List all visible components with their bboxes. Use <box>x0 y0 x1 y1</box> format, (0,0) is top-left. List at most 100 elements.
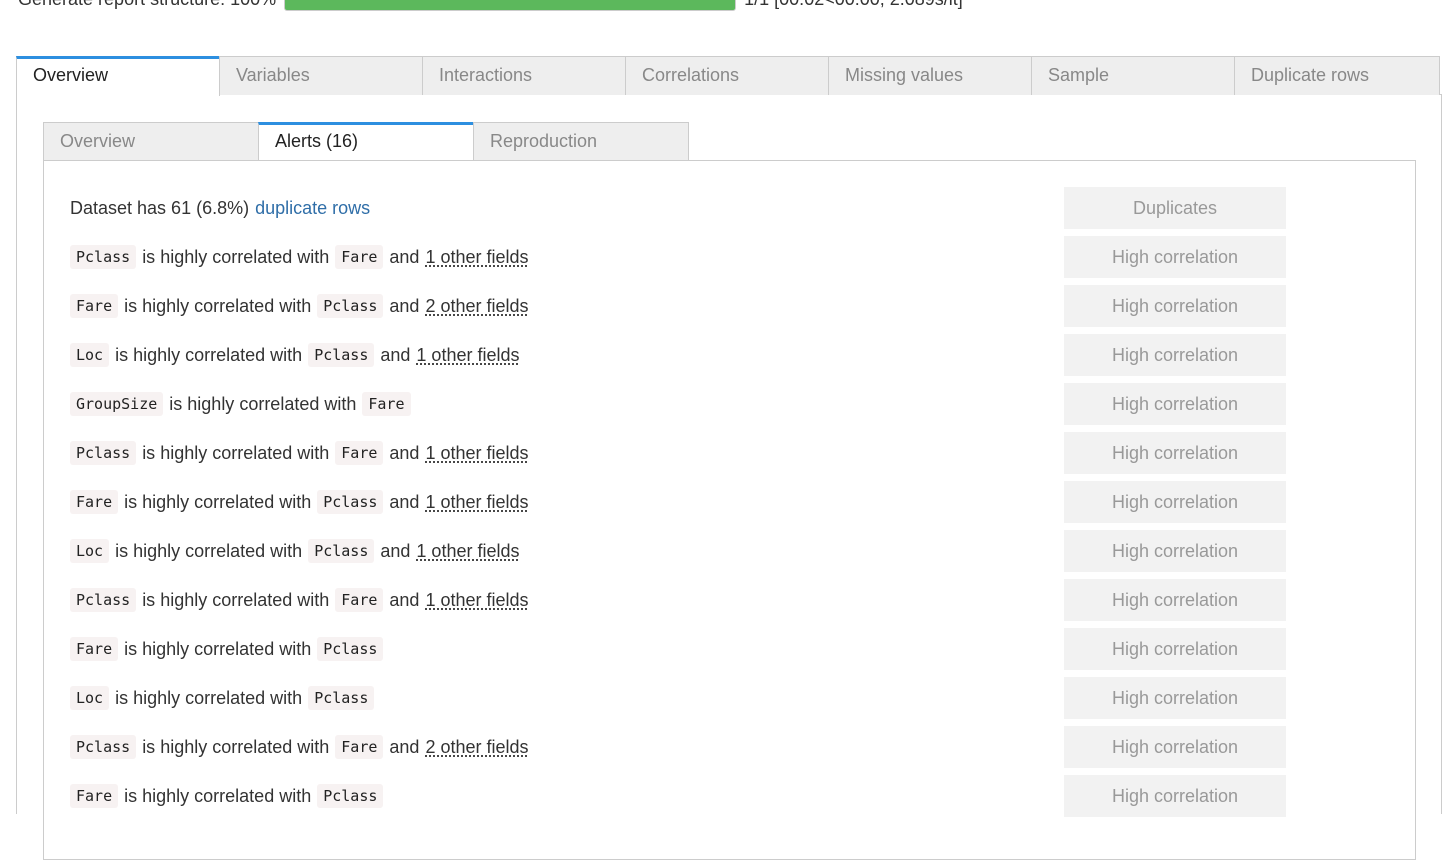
other-fields-link[interactable]: 2 other fields <box>425 737 528 758</box>
alert-text-segment: and <box>380 344 411 365</box>
correlated-variable-name[interactable]: Pclass <box>308 343 375 367</box>
other-fields-link[interactable]: 1 other fields <box>425 247 528 268</box>
alert-row: Pclass is highly correlated with Fare and 1 … <box>70 432 1286 474</box>
alert-text-segment: is highly correlated with <box>169 393 357 414</box>
alert-text-segment: is highly correlated with <box>124 491 312 512</box>
alert-row: Loc is highly correlated with Pclass High c… <box>70 677 1286 719</box>
variable-name[interactable]: Fare <box>70 490 119 514</box>
high-correlation-badge: High correlation <box>1064 530 1286 572</box>
variable-name[interactable]: Loc <box>70 686 110 710</box>
alert-text-segment: and <box>389 442 420 463</box>
duplicates-badge: Duplicates <box>1064 187 1286 229</box>
variable-name[interactable]: Pclass <box>70 735 137 759</box>
variable-name[interactable]: Fare <box>70 637 119 661</box>
correlated-variable-name[interactable]: Pclass <box>317 490 384 514</box>
variable-name[interactable]: Pclass <box>70 588 137 612</box>
tab-sample[interactable]: Sample <box>1031 56 1235 95</box>
progress-fill <box>285 0 736 10</box>
high-correlation-badge: High correlation <box>1064 236 1286 278</box>
alert-row: Fare is highly correlated with Pclass and 1 … <box>70 481 1286 523</box>
alert-message: Fare is highly correlated with Pclass <box>70 775 389 817</box>
other-fields-link[interactable]: 1 other fields <box>425 443 528 464</box>
alert-text-segment: is highly correlated with <box>115 540 303 561</box>
alert-message: GroupSize is highly correlated with Fare <box>70 383 417 425</box>
correlated-variable-name[interactable]: Fare <box>335 588 384 612</box>
alert-row: Loc is highly correlated with Pclass and 1 o… <box>70 334 1286 376</box>
alert-text-segment: is highly correlated with <box>142 736 330 757</box>
tab-overview[interactable]: Overview <box>16 56 220 96</box>
alert-row: Pclass is highly correlated with Fare and 1 … <box>70 579 1286 621</box>
alert-text-segment: and <box>380 540 411 561</box>
high-correlation-badge: High correlation <box>1064 775 1286 817</box>
variable-name[interactable]: Fare <box>70 294 119 318</box>
alert-text-segment: and <box>389 491 420 512</box>
other-fields-link[interactable]: 1 other fields <box>425 590 528 611</box>
correlated-variable-name[interactable]: Pclass <box>308 539 375 563</box>
subtab-reproduction[interactable]: Reproduction <box>473 122 689 161</box>
alert-text-segment: is highly correlated with <box>142 442 330 463</box>
alert-message: Fare is highly correlated with Pclass and 1 … <box>70 481 535 523</box>
alert-row: Pclass is highly correlated with Fare and 1 … <box>70 236 1286 278</box>
correlated-variable-name[interactable]: Pclass <box>308 686 375 710</box>
tab-correlations[interactable]: Correlations <box>625 56 829 95</box>
variable-name[interactable]: GroupSize <box>70 392 164 416</box>
alert-text-segment: is highly correlated with <box>115 344 303 365</box>
alert-message: Pclass is highly correlated with Fare and 1 … <box>70 236 535 278</box>
variable-name[interactable]: Loc <box>70 343 110 367</box>
high-correlation-badge: High correlation <box>1064 334 1286 376</box>
tab-interactions[interactable]: Interactions <box>422 56 626 95</box>
alert-row: Dataset has 61 (6.8%) duplicate rows Dupli… <box>70 187 1286 229</box>
alert-message: Pclass is highly correlated with Fare and 2 … <box>70 726 535 768</box>
alert-text-segment: is highly correlated with <box>115 687 303 708</box>
alert-row: Fare is highly correlated with Pclass High … <box>70 628 1286 670</box>
subtab-alerts[interactable]: Alerts (16) <box>258 122 474 161</box>
other-fields-link[interactable]: 1 other fields <box>416 541 519 562</box>
tab-variables[interactable]: Variables <box>219 56 423 95</box>
tab-missing-values[interactable]: Missing values <box>828 56 1032 95</box>
alert-text-segment: is highly correlated with <box>124 785 312 806</box>
progress-label: Generate report structure: 100% <box>18 0 276 10</box>
alert-row: Fare is highly correlated with Pclass High … <box>70 775 1286 817</box>
high-correlation-badge: High correlation <box>1064 677 1286 719</box>
high-correlation-badge: High correlation <box>1064 432 1286 474</box>
high-correlation-badge: High correlation <box>1064 383 1286 425</box>
high-correlation-badge: High correlation <box>1064 285 1286 327</box>
alert-message: Pclass is highly correlated with Fare and 1 … <box>70 432 535 474</box>
correlated-variable-name[interactable]: Fare <box>335 735 384 759</box>
high-correlation-badge: High correlation <box>1064 579 1286 621</box>
alert-text-segment: is highly correlated with <box>142 246 330 267</box>
alert-message: Dataset has 61 (6.8%) duplicate rows <box>70 187 376 229</box>
variable-name[interactable]: Fare <box>70 784 119 808</box>
alert-message: Fare is highly correlated with Pclass <box>70 628 389 670</box>
correlated-variable-name[interactable]: Pclass <box>317 784 384 808</box>
variable-name[interactable]: Pclass <box>70 441 137 465</box>
progress-line: Generate report structure: 100% 1/1 [00:… <box>18 0 963 12</box>
alert-text-segment: is highly correlated with <box>142 589 330 610</box>
variable-name[interactable]: Pclass <box>70 245 137 269</box>
high-correlation-badge: High correlation <box>1064 628 1286 670</box>
correlated-variable-name[interactable]: Fare <box>335 441 384 465</box>
high-correlation-badge: High correlation <box>1064 481 1286 523</box>
top-tab-bar: Overview Variables Interactions Correlat… <box>16 56 1442 96</box>
alert-message: Pclass is highly correlated with Fare and 1 … <box>70 579 535 621</box>
high-correlation-badge: High correlation <box>1064 726 1286 768</box>
correlated-variable-name[interactable]: Pclass <box>317 294 384 318</box>
alert-text-segment: and <box>389 736 420 757</box>
alert-text-segment: Dataset has 61 (6.8%) <box>70 197 250 218</box>
correlated-variable-name[interactable]: Fare <box>335 245 384 269</box>
duplicate-rows-link[interactable]: duplicate rows <box>255 198 370 219</box>
other-fields-link[interactable]: 2 other fields <box>425 296 528 317</box>
subtab-overview[interactable]: Overview <box>43 122 259 161</box>
alert-message: Loc is highly correlated with Pclass and 1 o… <box>70 334 525 376</box>
correlated-variable-name[interactable]: Fare <box>362 392 411 416</box>
alert-message: Loc is highly correlated with Pclass and 1 o… <box>70 530 525 572</box>
other-fields-link[interactable]: 1 other fields <box>425 492 528 513</box>
correlated-variable-name[interactable]: Pclass <box>317 637 384 661</box>
progress-suffix: 1/1 [00:02<00:00, 2.089s/it] <box>744 0 963 10</box>
variable-name[interactable]: Loc <box>70 539 110 563</box>
other-fields-link[interactable]: 1 other fields <box>416 345 519 366</box>
tab-duplicate-rows[interactable]: Duplicate rows <box>1234 56 1440 95</box>
alert-text-segment: and <box>389 295 420 316</box>
alert-row: Fare is highly correlated with Pclass and 2 … <box>70 285 1286 327</box>
alert-text-segment: and <box>389 246 420 267</box>
